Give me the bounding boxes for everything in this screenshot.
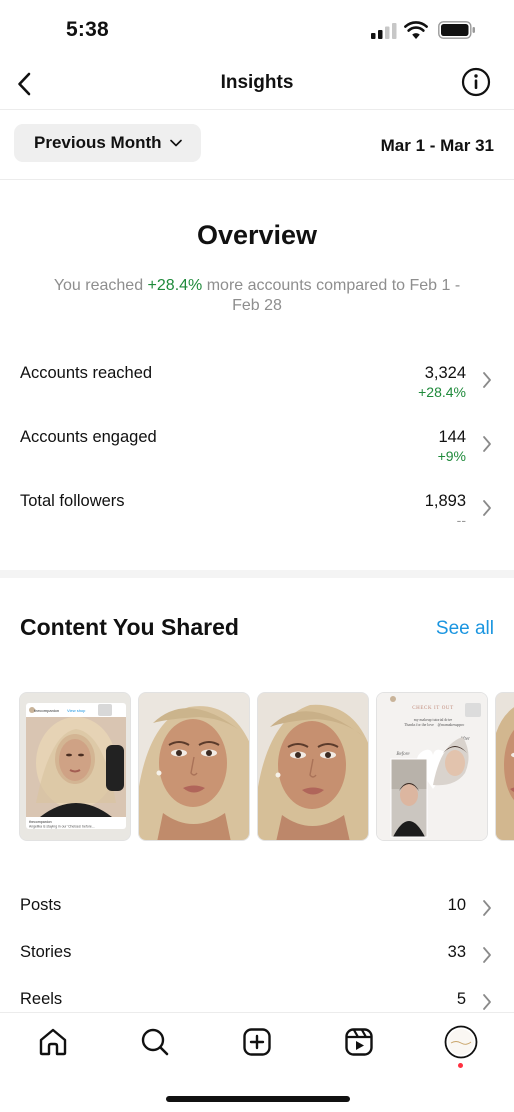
chevron-right-icon	[483, 994, 491, 1010]
status-time: 5:38	[66, 18, 109, 41]
post-username: thecompanion	[34, 708, 59, 713]
overview-title: Overview	[196, 220, 318, 250]
metric-accounts-reached[interactable]: Accounts reached 3,324 +28.4%	[0, 364, 514, 414]
period-dropdown[interactable]: Previous Month	[14, 124, 201, 162]
before-label: Before	[396, 752, 410, 757]
content-thumbnail[interactable]: CHECK IT OUT my makeup tutorial drive Th…	[376, 692, 488, 841]
content-row-stories[interactable]: Stories 33	[0, 943, 514, 973]
content-row-posts[interactable]: Posts 10	[0, 896, 514, 926]
overview-description: You reached +28.4% more accounts compare…	[40, 276, 474, 316]
metric-value: 144	[438, 428, 466, 446]
metric-delta: --	[456, 512, 466, 528]
cellular-signal-icon	[371, 23, 397, 39]
content-thumbnail[interactable]: thecompanion View shop thecompanion Ange…	[19, 692, 131, 841]
story-caption-line1: my makeup tutorial drive	[414, 718, 453, 722]
story-caption-line2: Thanks for the love	[404, 723, 434, 727]
overview-desc-suffix: more accounts compared to Feb 1 - Feb 28	[202, 277, 461, 314]
period-dropdown-label: Previous Month	[34, 133, 162, 152]
chevron-down-icon	[169, 139, 182, 147]
chevron-right-icon	[483, 900, 491, 916]
status-bar: 5:38	[0, 0, 514, 60]
portrait-image	[139, 693, 249, 840]
content-thumbnail[interactable]	[495, 692, 514, 841]
overview-desc-prefix: You reached	[53, 277, 148, 294]
content-row-value: 33	[447, 943, 466, 961]
chevron-right-icon	[483, 947, 491, 963]
post-link: View shop	[67, 708, 86, 713]
story-header-text: CHECK IT OUT	[412, 706, 454, 711]
metric-delta: +9%	[437, 448, 466, 464]
content-row-label: Stories	[20, 943, 72, 961]
insights-header: Insights	[0, 60, 514, 110]
chevron-right-icon	[483, 500, 491, 516]
content-thumbnails: thecompanion View shop thecompanion Ange…	[19, 692, 514, 842]
shared-post-image: thecompanion View shop thecompanion Ange…	[20, 693, 130, 840]
wifi-icon	[404, 21, 428, 39]
reels-icon[interactable]	[344, 1027, 374, 1057]
notification-dot	[458, 1063, 463, 1068]
profile-avatar[interactable]	[444, 1025, 478, 1059]
info-icon[interactable]	[461, 67, 491, 97]
create-icon[interactable]	[242, 1027, 272, 1057]
section-divider	[0, 570, 514, 578]
metric-value: 1,893	[424, 492, 466, 510]
home-icon[interactable]	[38, 1027, 68, 1057]
content-shared-title: Content You Shared	[20, 614, 239, 640]
content-thumbnail[interactable]	[138, 692, 250, 841]
page-title: Insights	[220, 72, 294, 93]
chevron-right-icon	[483, 372, 491, 388]
metric-label: Accounts engaged	[20, 428, 157, 446]
home-indicator	[166, 1096, 350, 1102]
before-after-story-image: CHECK IT OUT my makeup tutorial drive Th…	[377, 693, 487, 840]
metric-accounts-engaged[interactable]: Accounts engaged 144 +9%	[0, 428, 514, 478]
see-all-link[interactable]: See all	[436, 618, 494, 640]
post-caption-user: thecompanion	[29, 820, 52, 824]
content-thumbnail[interactable]	[257, 692, 369, 841]
overview-desc-highlight: +28.4%	[147, 277, 203, 294]
content-row-value: 10	[447, 896, 466, 914]
metric-delta: +28.4%	[418, 384, 466, 400]
metric-value: 3,324	[424, 364, 466, 382]
story-handle: @mamakesuppro	[438, 723, 465, 727]
chevron-right-icon	[483, 436, 491, 452]
search-icon[interactable]	[140, 1027, 170, 1057]
content-row-label: Posts	[20, 896, 62, 914]
metric-label: Accounts reached	[20, 364, 153, 382]
period-filter-row: Previous Month Mar 1 - Mar 31	[0, 110, 514, 180]
date-range: Mar 1 - Mar 31	[380, 136, 494, 155]
portrait-image	[496, 693, 514, 840]
post-caption: Angelika is staying in our 'Chelsea' bef…	[29, 825, 95, 829]
content-row-label: Reels	[20, 990, 63, 1008]
battery-icon	[438, 21, 475, 39]
content-row-value: 5	[456, 990, 466, 1008]
portrait-image	[258, 693, 368, 840]
metric-label: Total followers	[20, 492, 125, 510]
metric-total-followers[interactable]: Total followers 1,893 --	[0, 492, 514, 542]
